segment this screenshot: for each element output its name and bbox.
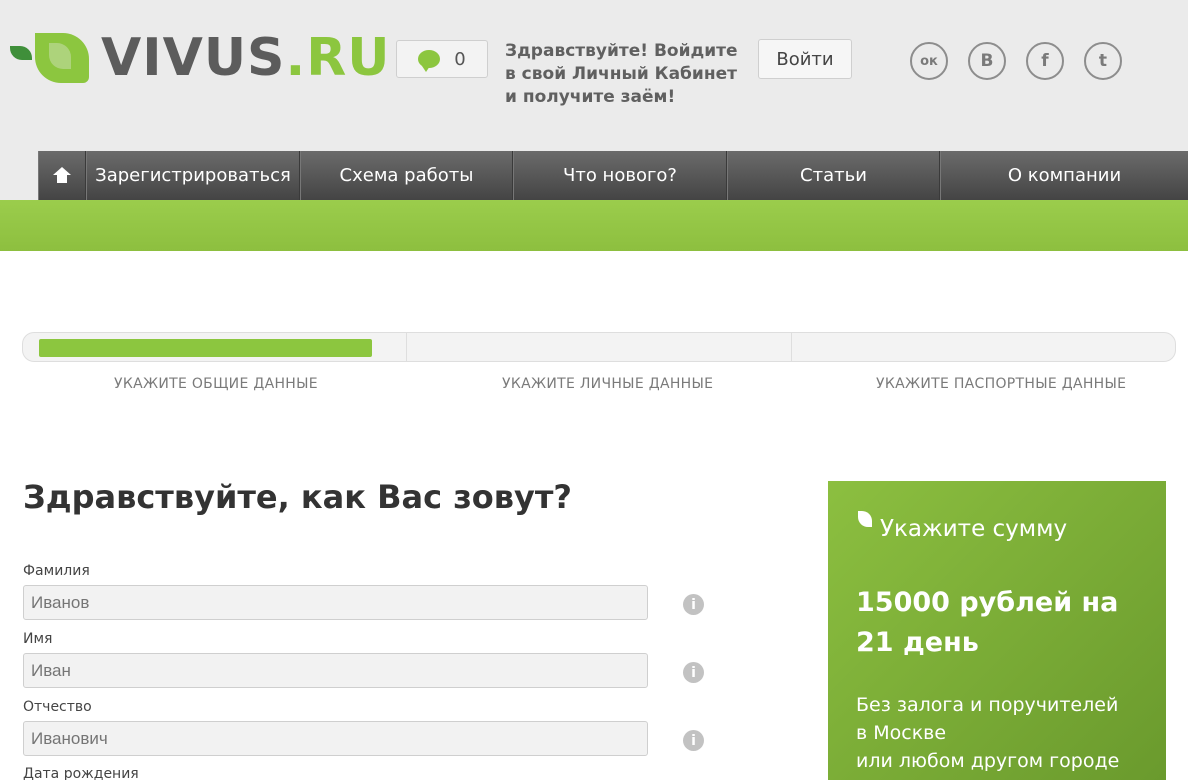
step-label-general: УКАЖИТЕ ОБЩИЕ ДАННЫЕ bbox=[114, 376, 318, 392]
nav-item-about[interactable]: О компании bbox=[940, 151, 1188, 200]
surname-input[interactable] bbox=[23, 585, 648, 620]
patronymic-label: Отчество bbox=[23, 699, 92, 715]
green-band bbox=[0, 200, 1188, 251]
loan-note: Без залога и поручителей в Москве или лю… bbox=[856, 694, 1120, 772]
patronymic-input[interactable] bbox=[23, 721, 648, 756]
vivus-logo[interactable]: VIVUS.RU bbox=[10, 28, 391, 88]
name-info-icon[interactable]: i bbox=[683, 662, 704, 683]
loan-summary-panel: Укажите сумму 15000 рублей на 21 день Бе… bbox=[828, 481, 1166, 780]
leaf-icon bbox=[858, 511, 872, 527]
logo-brand: VIVUS bbox=[101, 28, 286, 88]
nav-item-whats-new[interactable]: Что нового? bbox=[513, 151, 727, 200]
nav-home[interactable] bbox=[38, 151, 86, 200]
name-input[interactable] bbox=[23, 653, 648, 688]
main-nav: Зарегистрироваться Схема работы Что ново… bbox=[38, 151, 1188, 200]
progress-step-2 bbox=[407, 333, 792, 361]
loan-amount: 15000 рублей на 21 день bbox=[856, 587, 1119, 658]
facebook-icon[interactable]: f bbox=[1026, 42, 1064, 80]
nav-item-how-it-works[interactable]: Схема работы bbox=[300, 151, 513, 200]
loan-panel-title: Укажите сумму bbox=[880, 516, 1068, 542]
patronymic-info-icon[interactable]: i bbox=[683, 730, 704, 751]
vkontakte-icon[interactable]: В bbox=[968, 42, 1006, 80]
odnoklassniki-icon[interactable]: ок bbox=[910, 42, 948, 80]
form-title: Здравствуйте, как Вас зовут? bbox=[23, 478, 572, 516]
nav-item-articles[interactable]: Статьи bbox=[727, 151, 940, 200]
home-icon bbox=[53, 167, 71, 183]
messages-button[interactable]: 0 bbox=[396, 40, 488, 78]
step-label-passport: УКАЖИТЕ ПАСПОРТНЫЕ ДАННЫЕ bbox=[876, 376, 1127, 392]
nav-item-register[interactable]: Зарегистрироваться bbox=[86, 151, 300, 200]
surname-label: Фамилия bbox=[23, 563, 90, 579]
progress-step-3 bbox=[792, 333, 1175, 361]
registration-progress-bar bbox=[22, 332, 1176, 362]
login-button[interactable]: Войти bbox=[758, 39, 852, 79]
progress-fill bbox=[39, 339, 372, 357]
twitter-icon[interactable]: t bbox=[1084, 42, 1122, 80]
name-label: Имя bbox=[23, 631, 53, 647]
chat-bubble-icon bbox=[418, 50, 441, 72]
progress-step-1 bbox=[23, 333, 408, 361]
messages-count: 0 bbox=[454, 48, 466, 70]
login-greeting: Здравствуйте! Войдите в свой Личный Каби… bbox=[505, 41, 738, 107]
logo-tld: .RU bbox=[285, 28, 391, 88]
step-label-personal: УКАЖИТЕ ЛИЧНЫЕ ДАННЫЕ bbox=[502, 376, 714, 392]
logo-leaf-icon bbox=[35, 33, 89, 83]
logo-small-leaf-icon bbox=[10, 46, 32, 60]
birthdate-label: Дата рождения bbox=[23, 766, 139, 780]
surname-info-icon[interactable]: i bbox=[683, 594, 704, 615]
